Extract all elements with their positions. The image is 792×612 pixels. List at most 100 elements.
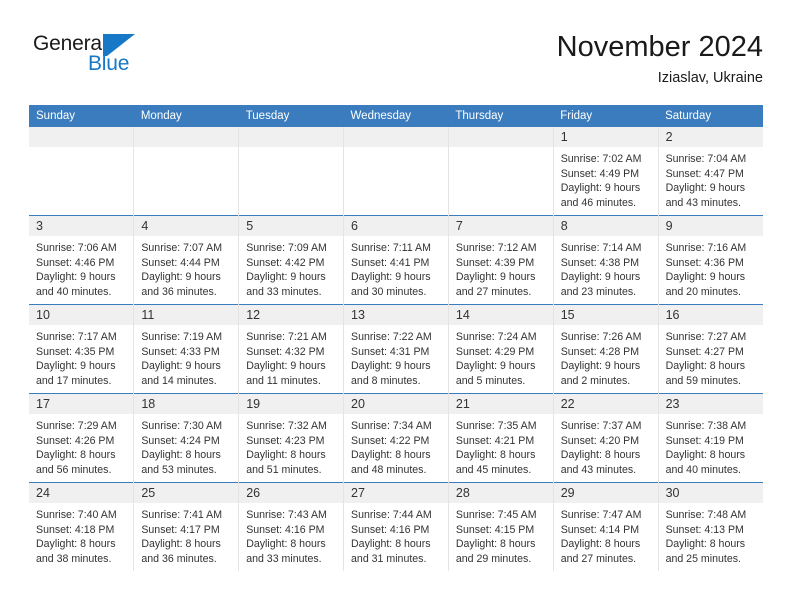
- calendar-day-daylight-line: and 40 minutes.: [36, 285, 112, 298]
- calendar-day-daylight-line: and 33 minutes.: [246, 285, 322, 298]
- calendar-day-sunrise-line: Sunrise: 7:06 AM: [36, 242, 117, 254]
- weekday-header-monday: Monday: [133, 105, 239, 127]
- calendar-day-sunset-line: Sunset: 4:16 PM: [246, 523, 325, 536]
- calendar-day-daylight-line: Daylight: 8 hours: [560, 538, 641, 551]
- calendar-day-number: 30: [658, 483, 763, 503]
- calendar-day-details: Sunrise: 7:09 AM Sunset: 4:42 PM Daylight:…: [239, 236, 343, 299]
- calendar-day-details: Sunrise: 7:04 AM Sunset: 4:47 PM Daylight:…: [659, 147, 763, 210]
- calendar-day-sunrise-line: Sunrise: 7:37 AM: [560, 420, 642, 432]
- calendar-day-sunrise-line: Sunrise: 7:02 AM: [560, 153, 642, 165]
- calendar-day-sunset-line: Sunset: 4:31 PM: [351, 345, 430, 358]
- calendar-day-daylight-line: Daylight: 9 hours: [560, 271, 641, 284]
- calendar-day-number: 29: [553, 483, 658, 503]
- calendar-day-cell[interactable]: 26 Sunrise: 7:43 AM Sunset: 4:16 PM Dayligh…: [238, 482, 344, 571]
- calendar-day-cell[interactable]: 22 Sunrise: 7:37 AM Sunset: 4:20 PM Dayligh…: [552, 393, 659, 483]
- weekday-header-saturday: Saturday: [658, 105, 763, 127]
- calendar-day-daylight-line: Daylight: 9 hours: [665, 271, 746, 284]
- calendar-day-cell[interactable]: 19 Sunrise: 7:32 AM Sunset: 4:23 PM Dayligh…: [238, 393, 344, 483]
- calendar-day-cell[interactable]: 27 Sunrise: 7:44 AM Sunset: 4:16 PM Dayligh…: [343, 482, 449, 571]
- calendar-day-sunset-line: Sunset: 4:26 PM: [36, 434, 115, 447]
- calendar-day-cell[interactable]: 3 Sunrise: 7:06 AM Sunset: 4:46 PM Daylight…: [29, 215, 134, 305]
- calendar-day-daylight-line: Daylight: 8 hours: [665, 538, 746, 551]
- calendar-day-cell[interactable]: 8 Sunrise: 7:14 AM Sunset: 4:38 PM Daylight…: [552, 215, 659, 305]
- page-subtitle: Iziaslav, Ukraine: [657, 70, 763, 86]
- calendar-day-cell[interactable]: 21 Sunrise: 7:35 AM Sunset: 4:21 PM Dayligh…: [447, 393, 554, 483]
- calendar-day-sunrise-line: Sunrise: 7:44 AM: [351, 509, 432, 521]
- calendar-day-cell[interactable]: 18 Sunrise: 7:30 AM Sunset: 4:24 PM Dayligh…: [133, 393, 239, 483]
- calendar-day-cell[interactable]: 16 Sunrise: 7:27 AM Sunset: 4:27 PM Dayligh…: [657, 304, 763, 394]
- calendar-day-cell[interactable]: 11 Sunrise: 7:19 AM Sunset: 4:33 PM Dayligh…: [133, 304, 239, 394]
- calendar-day-details: Sunrise: 7:32 AM Sunset: 4:23 PM Daylight:…: [239, 414, 343, 477]
- calendar-day-cell-empty: [133, 127, 239, 216]
- calendar-day-cell[interactable]: 17 Sunrise: 7:29 AM Sunset: 4:26 PM Dayligh…: [29, 393, 134, 483]
- calendar-day-details: Sunrise: 7:06 AM Sunset: 4:46 PM Daylight:…: [29, 236, 133, 299]
- calendar-day-cell[interactable]: 29 Sunrise: 7:47 AM Sunset: 4:14 PM Dayligh…: [552, 482, 659, 571]
- calendar-day-daylight-line: Daylight: 8 hours: [246, 449, 326, 462]
- calendar-day-daylight-line: Daylight: 9 hours: [455, 271, 536, 284]
- calendar-day-sunrise-line: Sunrise: 7:09 AM: [246, 242, 327, 254]
- calendar-day-sunset-line: Sunset: 4:23 PM: [246, 434, 325, 447]
- calendar-day-number: 17: [29, 394, 134, 414]
- weekday-header-tuesday: Tuesday: [238, 105, 344, 127]
- calendar-day-daylight-line: Daylight: 8 hours: [560, 449, 641, 462]
- calendar-day-number: 10: [29, 305, 134, 325]
- calendar-day-daylight-line: Daylight: 8 hours: [36, 538, 116, 551]
- calendar-day-details: Sunrise: 7:41 AM Sunset: 4:17 PM Daylight:…: [134, 503, 238, 566]
- calendar-day-cell[interactable]: 25 Sunrise: 7:41 AM Sunset: 4:17 PM Dayligh…: [133, 482, 239, 571]
- calendar-day-cell[interactable]: 1 Sunrise: 7:02 AM Sunset: 4:49 PM Daylight…: [552, 127, 659, 216]
- calendar-day-daylight-line: and 59 minutes.: [665, 374, 741, 387]
- calendar-day-cell[interactable]: 28 Sunrise: 7:45 AM Sunset: 4:15 PM Dayligh…: [447, 482, 554, 571]
- calendar-day-cell[interactable]: 5 Sunrise: 7:09 AM Sunset: 4:42 PM Daylight…: [238, 215, 344, 305]
- calendar-day-details: Sunrise: 7:34 AM Sunset: 4:22 PM Daylight:…: [344, 414, 448, 477]
- calendar-day-cell[interactable]: 4 Sunrise: 7:07 AM Sunset: 4:44 PM Daylight…: [133, 215, 239, 305]
- calendar-day-details: Sunrise: 7:07 AM Sunset: 4:44 PM Daylight:…: [134, 236, 238, 299]
- calendar-day-daylight-line: Daylight: 9 hours: [36, 360, 116, 373]
- calendar-day-sunrise-line: Sunrise: 7:29 AM: [36, 420, 117, 432]
- calendar-day-cell[interactable]: 15 Sunrise: 7:26 AM Sunset: 4:28 PM Dayligh…: [552, 304, 659, 394]
- calendar-day-daylight-line: and 45 minutes.: [455, 463, 532, 476]
- calendar-day-sunrise-line: Sunrise: 7:35 AM: [455, 420, 537, 432]
- weekday-header-thursday: Thursday: [448, 105, 554, 127]
- calendar-day-cell[interactable]: 23 Sunrise: 7:38 AM Sunset: 4:19 PM Dayligh…: [657, 393, 763, 483]
- calendar-day-daylight-line: Daylight: 9 hours: [141, 360, 221, 373]
- calendar-day-cell[interactable]: 2 Sunrise: 7:04 AM Sunset: 4:47 PM Daylight…: [657, 127, 763, 216]
- calendar-day-details: Sunrise: 7:30 AM Sunset: 4:24 PM Daylight:…: [134, 414, 238, 477]
- calendar-week-row: 17 Sunrise: 7:29 AM Sunset: 4:26 PM Dayligh…: [29, 393, 763, 483]
- calendar-day-cell[interactable]: 24 Sunrise: 7:40 AM Sunset: 4:18 PM Dayligh…: [29, 482, 134, 571]
- calendar-day-daylight-line: and 27 minutes.: [455, 285, 532, 298]
- calendar-day-cell[interactable]: 30 Sunrise: 7:48 AM Sunset: 4:13 PM Dayligh…: [657, 482, 763, 571]
- calendar-day-cell[interactable]: 13 Sunrise: 7:22 AM Sunset: 4:31 PM Dayligh…: [343, 304, 449, 394]
- calendar-day-daylight-line: Daylight: 9 hours: [560, 182, 641, 195]
- brand-logo[interactable]: General Blue: [29, 32, 259, 84]
- calendar-day-sunrise-line: Sunrise: 7:19 AM: [141, 331, 223, 343]
- calendar-day-sunrise-line: Sunrise: 7:41 AM: [141, 509, 223, 521]
- calendar-day-number: 11: [134, 305, 239, 325]
- calendar-day-sunset-line: Sunset: 4:17 PM: [141, 523, 220, 536]
- calendar-day-cell[interactable]: 14 Sunrise: 7:24 AM Sunset: 4:29 PM Dayligh…: [447, 304, 554, 394]
- calendar-day-details: Sunrise: 7:37 AM Sunset: 4:20 PM Daylight:…: [554, 414, 658, 477]
- calendar-day-cell[interactable]: 9 Sunrise: 7:16 AM Sunset: 4:36 PM Daylight…: [657, 215, 763, 305]
- calendar-day-daylight-line: Daylight: 8 hours: [455, 538, 536, 551]
- calendar-day-cell[interactable]: 7 Sunrise: 7:12 AM Sunset: 4:39 PM Daylight…: [447, 215, 554, 305]
- calendar-day-daylight-line: Daylight: 9 hours: [560, 360, 641, 373]
- calendar-day-details: Sunrise: 7:19 AM Sunset: 4:33 PM Daylight:…: [134, 325, 238, 388]
- calendar-day-cell-empty: [447, 127, 554, 216]
- calendar-day-details: Sunrise: 7:40 AM Sunset: 4:18 PM Daylight:…: [29, 503, 133, 566]
- calendar-day-cell[interactable]: 12 Sunrise: 7:21 AM Sunset: 4:32 PM Dayligh…: [238, 304, 344, 394]
- calendar-day-sunset-line: Sunset: 4:32 PM: [246, 345, 325, 358]
- calendar-day-cell[interactable]: 20 Sunrise: 7:34 AM Sunset: 4:22 PM Dayligh…: [343, 393, 449, 483]
- calendar-day-sunrise-line: Sunrise: 7:24 AM: [455, 331, 537, 343]
- calendar-day-details: Sunrise: 7:47 AM Sunset: 4:14 PM Daylight:…: [554, 503, 658, 566]
- calendar-day-number: 12: [239, 305, 344, 325]
- calendar-day-sunset-line: Sunset: 4:27 PM: [665, 345, 744, 358]
- title-block: November 2024 Iziaslav, Ukraine: [557, 30, 763, 87]
- calendar-day-number: 24: [29, 483, 134, 503]
- calendar-day-daylight-line: Daylight: 9 hours: [665, 182, 746, 195]
- calendar-day-cell[interactable]: 10 Sunrise: 7:17 AM Sunset: 4:35 PM Dayligh…: [29, 304, 134, 394]
- page-header: General Blue November 2024 Iziaslav, Ukr…: [29, 30, 763, 92]
- calendar-day-details: Sunrise: 7:29 AM Sunset: 4:26 PM Daylight:…: [29, 414, 133, 477]
- calendar-day-daylight-line: Daylight: 9 hours: [455, 360, 536, 373]
- calendar-day-number: 26: [239, 483, 344, 503]
- calendar-day-cell[interactable]: 6 Sunrise: 7:11 AM Sunset: 4:41 PM Daylight…: [343, 215, 449, 305]
- calendar-day-number: [239, 127, 344, 147]
